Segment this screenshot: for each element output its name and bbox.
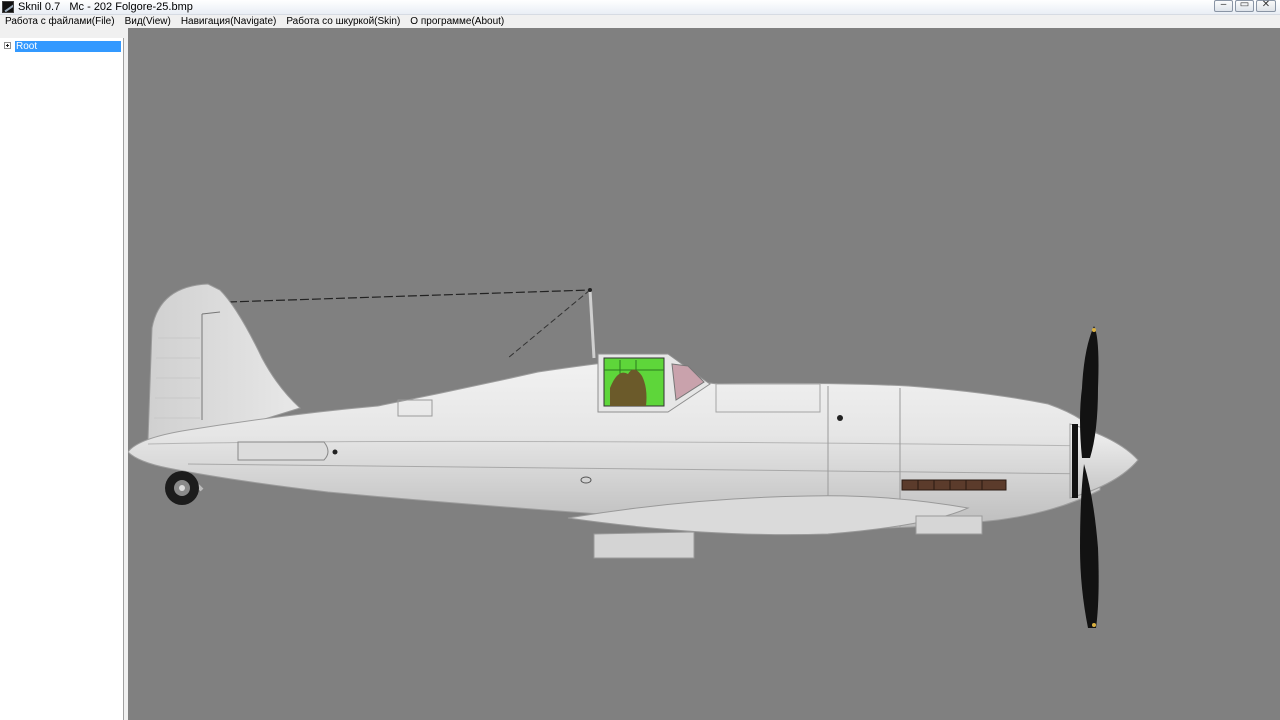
minimize-icon: –: [1220, 0, 1227, 10]
window-title: Sknil 0.7 Mc - 202 Folgore-25.bmp: [18, 1, 193, 13]
close-button[interactable]: ✕: [1256, 0, 1276, 12]
3d-viewport[interactable]: [128, 28, 1280, 720]
maximize-button[interactable]: ▭: [1235, 0, 1254, 12]
tree-node-root[interactable]: Root: [4, 41, 122, 52]
window-controls: – ▭ ✕: [1212, 0, 1276, 12]
tree-panel[interactable]: Root: [0, 38, 124, 720]
file-name: Mc - 202 Folgore-25.bmp: [69, 1, 193, 13]
app-icon[interactable]: [2, 1, 14, 13]
title-bar[interactable]: Sknil 0.7 Mc - 202 Folgore-25.bmp – ▭ ✕: [0, 0, 1280, 15]
menu-navigate[interactable]: Навигация(Navigate): [176, 15, 282, 28]
app-name: Sknil 0.7: [18, 1, 61, 13]
tree-node-label[interactable]: Root: [15, 41, 121, 52]
aircraft-model-render: [128, 283, 1139, 628]
antenna-wire: [227, 288, 596, 359]
panel-top-strip: [0, 28, 124, 38]
menu-about[interactable]: О программе(About): [405, 15, 509, 28]
close-icon: ✕: [1261, 0, 1271, 10]
restore-icon: ▭: [1239, 0, 1250, 10]
minimize-button[interactable]: –: [1214, 0, 1233, 12]
menu-view[interactable]: Вид(View): [120, 15, 176, 28]
app-window: Sknil 0.7 Mc - 202 Folgore-25.bmp – ▭ ✕ …: [0, 0, 1280, 720]
menu-skin[interactable]: Работа со шкуркой(Skin): [281, 15, 405, 28]
menu-file[interactable]: Работа с файлами(File): [0, 15, 120, 28]
plus-box-icon[interactable]: [4, 42, 11, 49]
tail-wheel: [165, 471, 204, 505]
menu-bar: Работа с файлами(File) Вид(View) Навигац…: [0, 15, 1280, 28]
propeller-spinner: [1069, 423, 1139, 499]
exhaust-stacks: [901, 479, 1007, 491]
